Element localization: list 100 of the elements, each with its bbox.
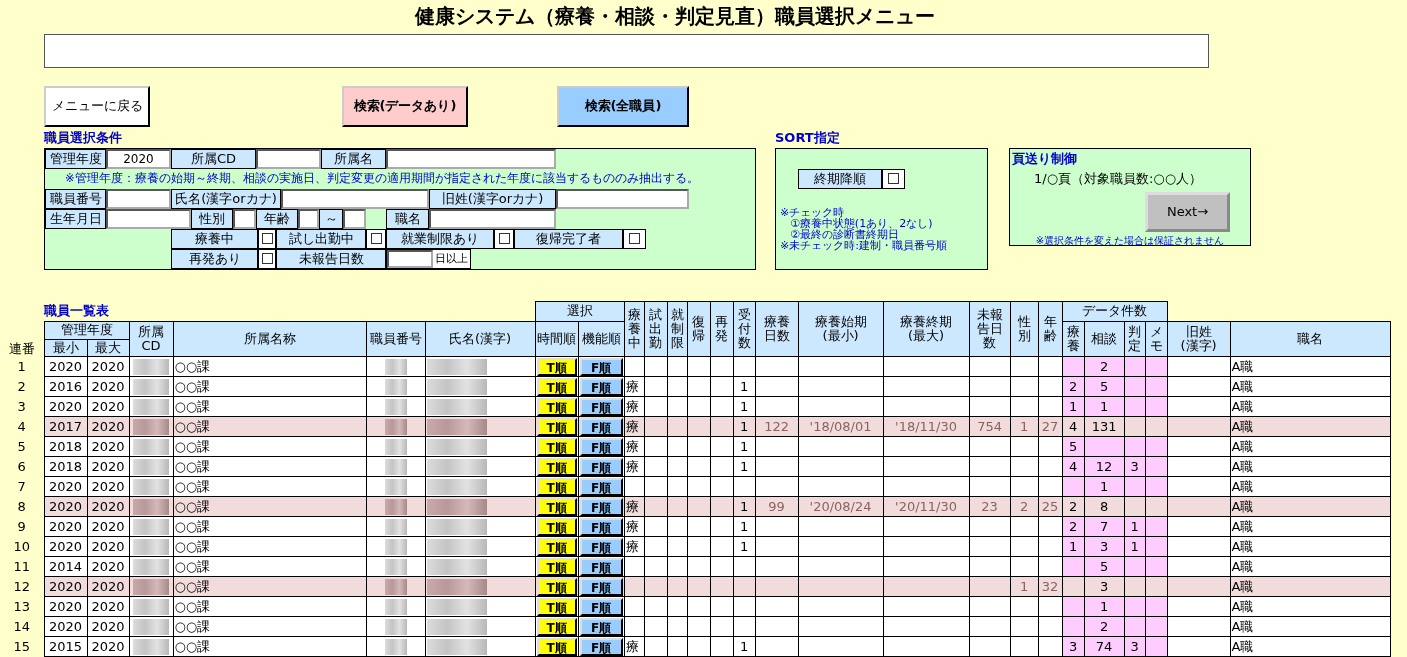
field-label: 未報告日数 <box>276 248 386 269</box>
column-header: 選択 <box>535 301 625 322</box>
table-cell: 1 <box>1130 519 1139 534</box>
sort-button[interactable]: T順 <box>536 457 577 476</box>
sort-button[interactable]: T順 <box>536 517 577 536</box>
table-cell: 2020 <box>48 539 83 554</box>
table-cell: 1 <box>739 499 749 514</box>
input-field[interactable]: 2020 <box>106 148 171 169</box>
table-cell: 療 <box>625 378 639 394</box>
row-number: 13 <box>13 599 30 614</box>
mosaic-drawing <box>426 558 487 575</box>
input-field[interactable] <box>386 148 556 169</box>
column-header: 療養日数 <box>763 314 790 344</box>
table-cell: 2020 <box>91 579 125 594</box>
table-cell: 99 <box>768 499 785 514</box>
back-button[interactable]: メニューに戻る <box>44 85 150 127</box>
table-cell: 1 <box>1099 399 1109 414</box>
mosaic-drawing <box>384 478 407 495</box>
mosaic-drawing <box>384 438 407 455</box>
message-field[interactable] <box>44 33 1209 68</box>
sort-button[interactable]: T順 <box>536 637 577 656</box>
field-label: 年齢 <box>256 208 298 229</box>
sort-button[interactable]: F順 <box>579 357 623 376</box>
sort-button[interactable]: T順 <box>536 577 577 596</box>
table-cell: A職 <box>1231 358 1254 374</box>
mosaic-drawing <box>384 638 407 655</box>
input-field[interactable] <box>256 148 321 169</box>
sort-button[interactable]: T順 <box>536 497 577 516</box>
table-cell: A職 <box>1231 458 1254 474</box>
table-cell: 2020 <box>91 459 125 474</box>
mosaic-drawing <box>133 498 169 515</box>
next-button[interactable]: Next→ <box>1145 191 1230 232</box>
table-cell: 3 <box>1130 639 1139 654</box>
sort-button[interactable]: F順 <box>579 517 623 536</box>
checkbox[interactable] <box>498 233 510 245</box>
sort-button[interactable]: F順 <box>579 597 623 616</box>
table-cell: ○○課 <box>174 438 211 454</box>
checkbox[interactable] <box>370 233 382 245</box>
checkbox[interactable] <box>261 233 273 245</box>
checkbox[interactable] <box>629 233 640 245</box>
checkbox[interactable] <box>888 173 899 185</box>
table-cell: 3 <box>1099 579 1109 594</box>
input-field[interactable] <box>281 188 429 209</box>
search-button[interactable]: 検索(データあり) <box>342 85 468 127</box>
sort-button[interactable]: T順 <box>536 437 577 456</box>
table-cell: 2015 <box>48 639 83 654</box>
input-field[interactable] <box>298 208 319 229</box>
sort-button[interactable]: T順 <box>536 557 577 576</box>
table-cell: 2 <box>1099 359 1109 374</box>
mosaic-drawing <box>426 578 487 595</box>
sort-button[interactable]: T順 <box>536 417 577 436</box>
sort-button[interactable]: F順 <box>579 637 623 656</box>
input-field[interactable] <box>429 208 556 229</box>
sort-button[interactable]: F順 <box>579 377 623 396</box>
row-number: 9 <box>17 519 26 534</box>
column-header: 受付数 <box>737 307 751 351</box>
mosaic-drawing <box>133 618 169 635</box>
checkbox[interactable] <box>261 253 273 265</box>
table-cell: 1 <box>739 539 749 554</box>
table-cell: 1 <box>1068 539 1078 554</box>
row-number: 2 <box>17 379 26 394</box>
table-cell: 2020 <box>91 559 125 574</box>
table-cell: A職 <box>1231 438 1254 454</box>
table-cell: ○○課 <box>174 478 211 494</box>
field-label: 職名 <box>386 208 429 229</box>
sort-button[interactable]: F順 <box>579 557 623 576</box>
sort-button[interactable]: F順 <box>579 537 623 556</box>
sort-button[interactable]: T順 <box>536 477 577 496</box>
mosaic-drawing <box>426 358 487 375</box>
search-button[interactable]: 検索(全職員) <box>557 85 689 127</box>
input-field[interactable] <box>343 208 366 229</box>
table-cell: 4 <box>1068 459 1078 474</box>
sort-button[interactable]: T順 <box>536 597 577 616</box>
field-label: 氏名(漢字orカナ) <box>171 188 281 209</box>
column-header: 氏名(漢字) <box>448 332 512 346</box>
sort-button[interactable]: T順 <box>536 357 577 376</box>
sort-button[interactable]: F順 <box>579 437 623 456</box>
input-field[interactable] <box>387 249 433 268</box>
table-cell: 療 <box>625 518 639 534</box>
sort-button[interactable]: F順 <box>579 577 623 596</box>
column-header: 療養 <box>1066 324 1080 354</box>
sort-button[interactable]: T順 <box>536 617 577 636</box>
sort-button[interactable]: T順 <box>536 377 577 396</box>
sort-button[interactable]: F順 <box>579 497 623 516</box>
sort-button[interactable]: T順 <box>536 397 577 416</box>
input-field[interactable] <box>556 188 689 209</box>
table-cell: '18/11/30 <box>895 419 958 434</box>
table-cell: 1 <box>1019 419 1029 434</box>
table-cell: 2020 <box>91 539 125 554</box>
sort-button[interactable]: F順 <box>579 457 623 476</box>
table-cell: 2020 <box>48 519 83 534</box>
sort-button[interactable]: T順 <box>536 537 577 556</box>
input-field[interactable] <box>106 188 171 209</box>
sort-button[interactable]: F順 <box>579 417 623 436</box>
table-cell: 2017 <box>48 419 83 434</box>
sort-button[interactable]: F順 <box>579 477 623 496</box>
sort-button[interactable]: F順 <box>579 617 623 636</box>
sort-button[interactable]: F順 <box>579 397 623 416</box>
input-field[interactable] <box>106 208 191 229</box>
input-field[interactable] <box>233 208 256 229</box>
